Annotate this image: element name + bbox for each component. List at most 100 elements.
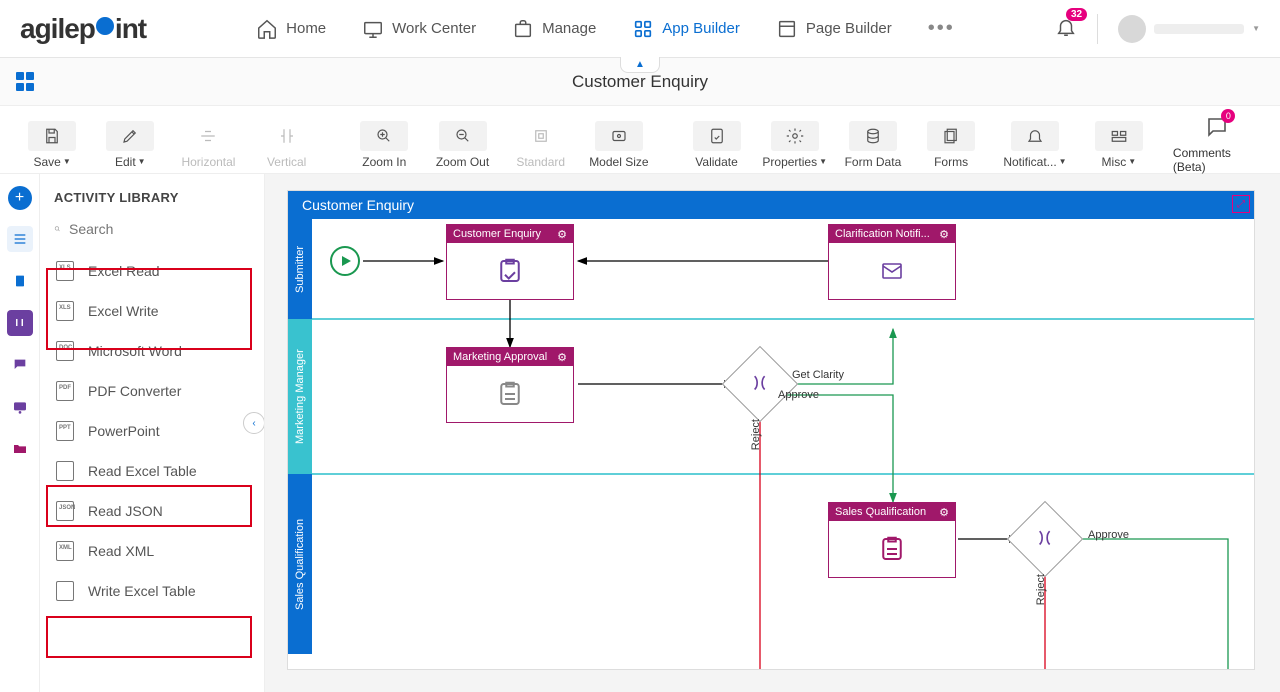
logo: agilep int <box>20 13 146 45</box>
tool-vertical: Vertical <box>253 121 321 169</box>
rail-chat[interactable] <box>7 352 33 378</box>
logo-text-a: agilep <box>20 13 95 45</box>
lib-pdf-converter[interactable]: PDF Converter <box>40 371 264 411</box>
collapse-sidebar[interactable]: ‹ <box>243 412 265 434</box>
nav-more[interactable]: ••• <box>928 17 955 40</box>
tool-misc[interactable]: Misc▼ <box>1085 121 1153 169</box>
top-nav: agilep int Home Work Center Manage App B… <box>0 0 1280 58</box>
gear-icon[interactable]: ⚙ <box>557 228 567 241</box>
canvas-wrap: Customer Enquiry ⤢ Submitter Marketing M… <box>265 174 1280 692</box>
search-input[interactable] <box>69 221 250 237</box>
lib-powerpoint[interactable]: PowerPoint <box>40 411 264 451</box>
nav-right: 32 ▼ <box>1055 14 1260 44</box>
username-placeholder <box>1154 24 1244 34</box>
tool-horizontal: Horizontal <box>174 121 242 169</box>
rail-activities[interactable] <box>7 226 33 252</box>
activity-library-sidebar: ACTIVITY LIBRARY Excel Read Excel Write … <box>40 174 265 692</box>
lib-read-json[interactable]: Read JSON <box>40 491 264 531</box>
gear-icon[interactable]: ⚙ <box>939 228 949 241</box>
activity-customer-enquiry[interactable]: Customer Enquiry⚙ <box>446 224 574 300</box>
lib-write-excel-table[interactable]: Write Excel Table <box>40 571 264 611</box>
tool-form-data[interactable]: Form Data <box>839 121 907 169</box>
nav-work-center-label: Work Center <box>392 20 476 37</box>
logo-dot-icon <box>96 17 114 35</box>
nav-items: Home Work Center Manage App Builder Page… <box>256 17 955 40</box>
swimlanes: Submitter Marketing Manager Sales Qualif… <box>288 219 1254 669</box>
divider <box>1097 14 1098 44</box>
nav-app-builder[interactable]: App Builder <box>632 18 740 40</box>
tool-properties[interactable]: Properties▼ <box>761 121 829 169</box>
expand-icon[interactable]: ⤢ <box>1232 195 1250 213</box>
nav-home[interactable]: Home <box>256 18 326 40</box>
nav-manage-label: Manage <box>542 20 596 37</box>
nav-app-builder-label: App Builder <box>662 20 740 37</box>
comments-badge: 0 <box>1221 109 1235 123</box>
lib-microsoft-word[interactable]: Microsoft Word <box>40 331 264 371</box>
logo-text-b: int <box>115 13 146 45</box>
avatar-icon <box>1118 15 1146 43</box>
library-list: Excel Read Excel Write Microsoft Word PD… <box>40 247 264 615</box>
activity-marketing-approval[interactable]: Marketing Approval⚙ <box>446 347 574 423</box>
left-rail: + I I <box>0 174 40 692</box>
toolbar: Save▼ Edit▼ Horizontal Vertical Zoom In … <box>0 106 1280 174</box>
lib-read-excel-table[interactable]: Read Excel Table <box>40 451 264 491</box>
expand-tab[interactable]: ▲ <box>620 57 660 73</box>
lane-marketing[interactable]: Marketing Manager <box>288 319 312 474</box>
body: + I I ACTIVITY LIBRARY Excel Read Excel … <box>0 174 1280 692</box>
edges <box>288 219 1254 669</box>
lib-read-xml[interactable]: Read XML <box>40 531 264 571</box>
nav-page-builder-label: Page Builder <box>806 20 892 37</box>
lib-excel-write[interactable]: Excel Write <box>40 291 264 331</box>
tool-model-size[interactable]: Model Size <box>585 121 653 169</box>
nav-work-center[interactable]: Work Center <box>362 18 476 40</box>
rail-folder[interactable] <box>7 436 33 462</box>
edge-reject2: Reject <box>1035 574 1047 605</box>
notifications-button[interactable]: 32 <box>1055 16 1077 41</box>
comments-label: Comments (Beta) <box>1173 146 1262 174</box>
lane-divider-1 <box>312 318 1254 320</box>
lane-submitter[interactable]: Submitter <box>288 219 312 319</box>
subheader: ▲ Customer Enquiry <box>0 58 1280 106</box>
edge-approve2: Approve <box>1088 529 1129 541</box>
gateway-marketing[interactable] <box>722 346 798 422</box>
tool-comments[interactable]: 0 Comments (Beta) <box>1173 115 1262 174</box>
gear-icon[interactable]: ⚙ <box>939 506 949 519</box>
tool-standard: Standard <box>507 121 575 169</box>
sidebar-title: ACTIVITY LIBRARY <box>40 174 264 215</box>
start-node[interactable] <box>330 246 360 276</box>
edge-reject: Reject <box>750 419 762 450</box>
edge-approve: Approve <box>778 389 819 401</box>
page-title: Customer Enquiry <box>572 72 708 92</box>
rail-monitor[interactable] <box>7 394 33 420</box>
lane-sales[interactable]: Sales Qualification <box>288 474 312 654</box>
nav-page-builder[interactable]: Page Builder <box>776 18 892 40</box>
notifications-badge: 32 <box>1066 8 1087 21</box>
activity-sales-qualification[interactable]: Sales Qualification⚙ <box>828 502 956 578</box>
gateway-sales[interactable] <box>1007 501 1083 577</box>
tool-save[interactable]: Save▼ <box>18 121 86 169</box>
gear-icon[interactable]: ⚙ <box>557 351 567 364</box>
tool-edit[interactable]: Edit▼ <box>96 121 164 169</box>
apps-icon[interactable] <box>16 72 36 92</box>
canvas-title: Customer Enquiry <box>288 191 1254 219</box>
rail-variables[interactable]: I I <box>7 310 33 336</box>
search-icon <box>54 221 61 237</box>
lib-excel-read[interactable]: Excel Read <box>40 251 264 291</box>
tool-zoom-in[interactable]: Zoom In <box>350 121 418 169</box>
activity-clarification[interactable]: Clarification Notifi...⚙ <box>828 224 956 300</box>
edge-get-clarity: Get Clarity <box>792 369 844 381</box>
tool-forms[interactable]: Forms <box>917 121 985 169</box>
rail-add[interactable]: + <box>8 186 32 210</box>
process-canvas[interactable]: Customer Enquiry ⤢ Submitter Marketing M… <box>287 190 1255 670</box>
lane-divider-2 <box>312 473 1254 475</box>
tool-zoom-out[interactable]: Zoom Out <box>428 121 496 169</box>
search-wrap <box>40 215 264 247</box>
tool-validate[interactable]: Validate <box>682 121 750 169</box>
tool-notifications[interactable]: Notificat...▼ <box>995 121 1075 169</box>
highlight-box-3 <box>46 616 252 658</box>
chevron-down-icon: ▼ <box>1252 24 1260 33</box>
rail-clipboard[interactable] <box>7 268 33 294</box>
user-menu[interactable]: ▼ <box>1118 15 1260 43</box>
nav-home-label: Home <box>286 20 326 37</box>
nav-manage[interactable]: Manage <box>512 18 596 40</box>
